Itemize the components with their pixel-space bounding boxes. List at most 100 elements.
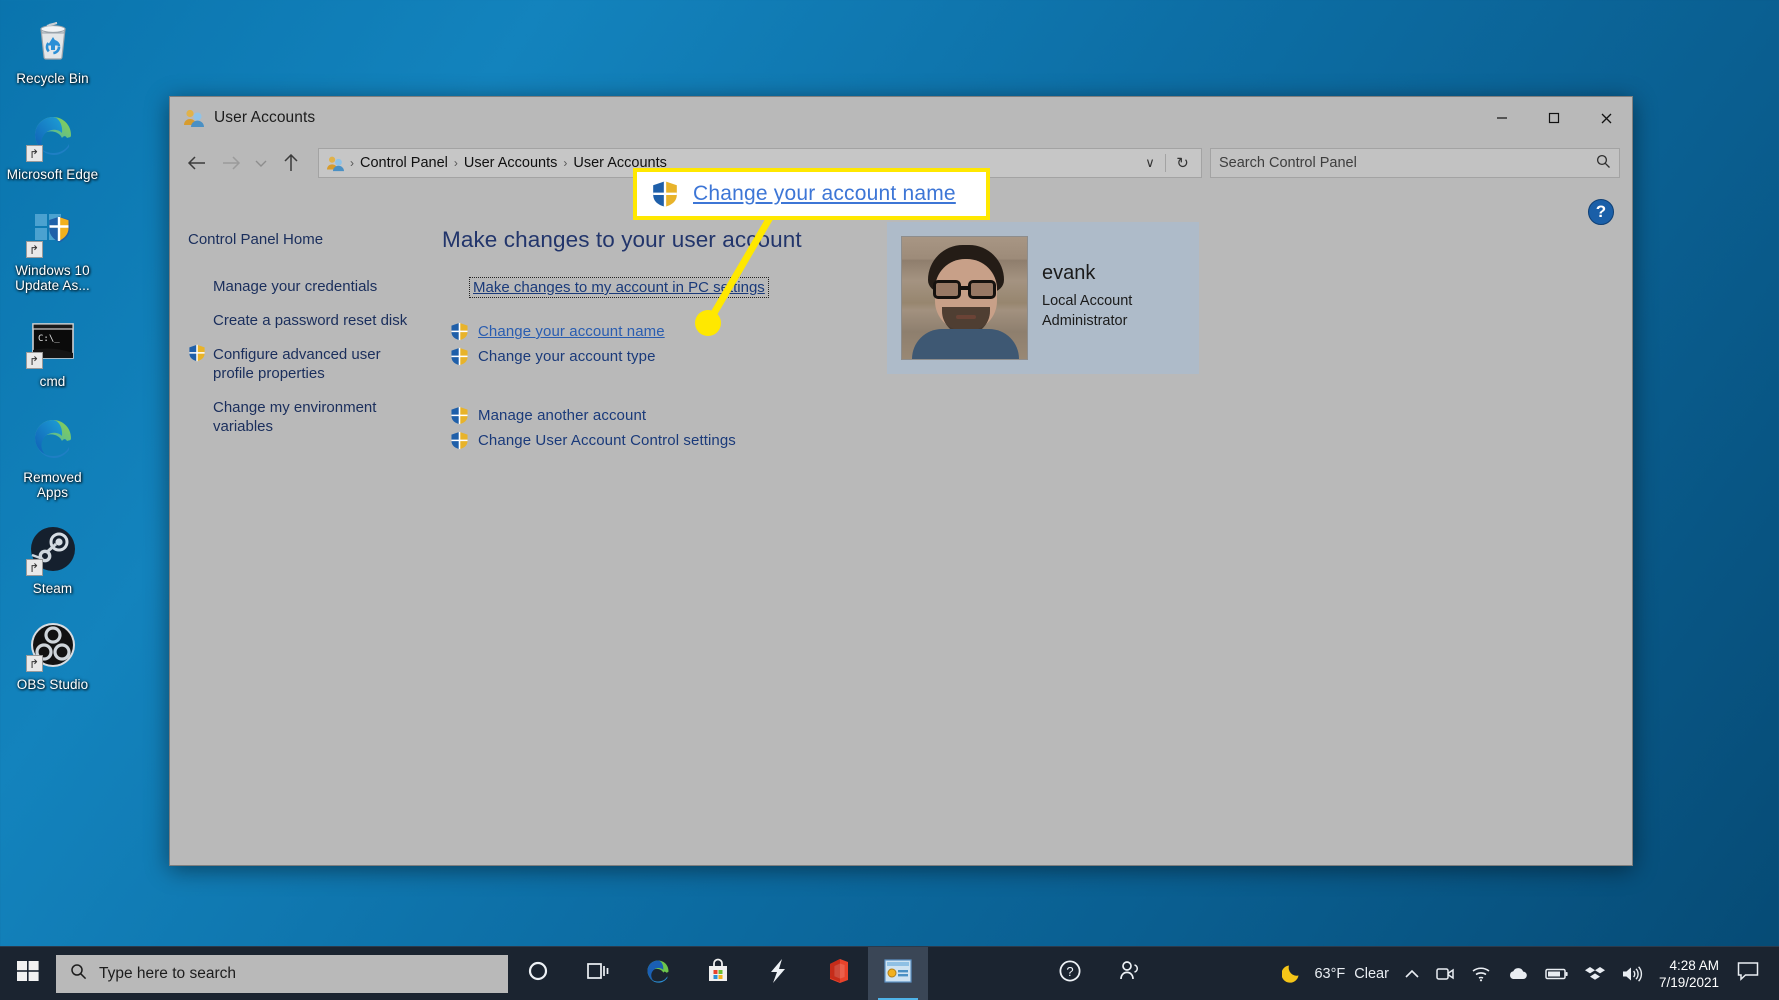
- desktop-icon-label: Steam: [32, 581, 73, 596]
- start-button[interactable]: [0, 947, 56, 1000]
- task-label: Manage another account: [478, 407, 647, 424]
- desktop-icon-label: Windows 10 Update As...: [15, 263, 90, 293]
- callout-text: Change your account name: [693, 182, 956, 205]
- recycle-bin-icon: [28, 14, 78, 64]
- task-view-icon: [586, 961, 610, 986]
- shortcut-overlay-icon: [25, 241, 43, 258]
- task-label: Change User Account Control settings: [478, 432, 736, 449]
- weather-condition: Clear: [1354, 965, 1389, 982]
- obs-studio-icon: [25, 620, 78, 672]
- search-control-panel-input[interactable]: Search Control Panel: [1210, 148, 1620, 178]
- taskbar-sharex-button[interactable]: [748, 947, 808, 1000]
- svg-text:C:\_: C:\_: [38, 334, 60, 344]
- microsoft-edge-icon: [28, 413, 78, 463]
- callout-box: Change your account name: [633, 168, 990, 220]
- desktop-icon-obs-studio[interactable]: OBS Studio: [5, 614, 101, 696]
- battery-icon[interactable]: [1537, 967, 1577, 981]
- sidebar: Control Panel Home Manage your credentia…: [170, 187, 432, 865]
- system-tray: 63°F Clear 4:28 AM 7/19/2021: [1274, 947, 1779, 1000]
- microsoft-office-icon: [826, 958, 850, 989]
- svg-text:?: ?: [1066, 964, 1073, 979]
- forward-button[interactable]: [214, 146, 248, 180]
- breadcrumb-item-control-panel[interactable]: Control Panel: [355, 155, 453, 171]
- taskbar-control-panel-button[interactable]: [868, 946, 928, 1000]
- taskbar-microsoft-office-button[interactable]: [808, 947, 868, 1000]
- sidebar-item-control-panel-home[interactable]: Control Panel Home: [188, 227, 388, 252]
- sidebar-item-label: Configure advanced user profile properti…: [213, 346, 381, 382]
- account-type: Local Account: [1042, 293, 1133, 309]
- sidebar-item-manage-credentials[interactable]: Manage your credentials: [188, 274, 432, 299]
- wifi-icon[interactable]: [1463, 965, 1499, 982]
- minimize-button[interactable]: [1476, 97, 1528, 139]
- desktop-icon-steam[interactable]: Steam: [5, 518, 101, 600]
- clock[interactable]: 4:28 AM 7/19/2021: [1651, 957, 1731, 991]
- close-button[interactable]: [1580, 97, 1632, 139]
- maximize-button[interactable]: [1528, 97, 1580, 139]
- shortcut-overlay-icon: [25, 145, 43, 162]
- back-button[interactable]: [180, 146, 214, 180]
- search-icon: [1596, 154, 1611, 173]
- pc-settings-link[interactable]: Make changes to my account in PC setting…: [469, 277, 769, 298]
- onedrive-icon[interactable]: [1499, 966, 1537, 981]
- task-spacer: [442, 372, 1632, 406]
- window-controls: [1476, 97, 1632, 139]
- help-circle-icon: ?: [1058, 959, 1082, 988]
- volume-icon[interactable]: [1613, 965, 1651, 983]
- uac-shield-icon: [450, 406, 469, 425]
- desktop-icon-microsoft-edge[interactable]: Microsoft Edge: [5, 104, 101, 186]
- taskbar-search-placeholder: Type here to search: [99, 964, 236, 982]
- search-icon: [70, 963, 87, 985]
- taskbar-get-help-button[interactable]: ?: [1040, 947, 1100, 1000]
- control-panel-icon: [884, 959, 912, 988]
- user-accounts-icon: [326, 155, 345, 172]
- clock-time: 4:28 AM: [1669, 957, 1719, 973]
- taskbar-microsoft-edge-button[interactable]: [628, 947, 688, 1000]
- weather-widget[interactable]: 63°F Clear: [1274, 961, 1396, 987]
- search-placeholder: Search Control Panel: [1219, 155, 1357, 171]
- cortana-icon: [527, 960, 549, 987]
- desktop-icon-removed-apps[interactable]: Removed Apps: [5, 407, 101, 504]
- secondary-task-list: Manage another account Change User Accou…: [450, 406, 1632, 450]
- steam-icon: [25, 524, 78, 576]
- desktop-icon-windows-10-update[interactable]: Windows 10 Update As...: [5, 200, 101, 297]
- shortcut-overlay-icon: [25, 655, 43, 672]
- shortcut-overlay-icon: [25, 352, 43, 369]
- desktop-icon-cmd[interactable]: C:\_ cmd: [5, 311, 101, 393]
- meet-now-icon[interactable]: [1427, 965, 1463, 983]
- main-content: Make changes to your user account Make c…: [432, 187, 1632, 865]
- refresh-button[interactable]: ↻: [1165, 154, 1199, 172]
- sidebar-item-environment-variables[interactable]: Change my environment variables: [188, 395, 432, 439]
- desktop-icon-recycle-bin[interactable]: Recycle Bin: [5, 8, 101, 90]
- sidebar-links: Manage your credentials Create a passwor…: [188, 274, 432, 439]
- taskbar-task-view-button[interactable]: [568, 947, 628, 1000]
- uac-shield-icon: [450, 322, 469, 341]
- desktop-icon-label: Recycle Bin: [16, 71, 89, 86]
- breadcrumb-chevron-down-icon[interactable]: ∨: [1135, 155, 1165, 171]
- people-icon: [1118, 960, 1142, 987]
- sidebar-item-password-reset-disk[interactable]: Create a password reset disk: [188, 308, 432, 333]
- recent-locations-chevron-down-icon[interactable]: [248, 146, 274, 180]
- microsoft-edge-icon: [644, 957, 672, 990]
- up-button[interactable]: [274, 146, 308, 180]
- help-button[interactable]: ?: [1588, 199, 1614, 225]
- windows-update-shield-icon: [25, 206, 78, 258]
- clock-date: 7/19/2021: [1658, 974, 1719, 990]
- sidebar-item-advanced-user-profile[interactable]: Configure advanced user profile properti…: [188, 342, 432, 386]
- action-center-icon[interactable]: [1731, 961, 1773, 986]
- desktop-icon-label: OBS Studio: [16, 677, 89, 692]
- uac-shield-icon: [450, 347, 469, 366]
- taskbar-cortana-button[interactable]: [508, 947, 568, 1000]
- breadcrumb-item-user-accounts[interactable]: User Accounts: [459, 155, 563, 171]
- user-accounts-icon: [183, 108, 205, 128]
- task-manage-another-account[interactable]: Manage another account: [450, 406, 1632, 425]
- taskbar-search-input[interactable]: Type here to search: [56, 954, 508, 993]
- taskbar-microsoft-store-button[interactable]: [688, 947, 748, 1000]
- account-username: evank: [1042, 262, 1096, 284]
- sharex-lightning-icon: [768, 958, 788, 989]
- task-change-uac-settings[interactable]: Change User Account Control settings: [450, 431, 1632, 450]
- taskbar-people-button[interactable]: [1100, 947, 1160, 1000]
- account-picture: [901, 236, 1028, 360]
- task-label: Change your account type: [478, 348, 656, 365]
- show-hidden-icons-chevron-up-icon[interactable]: [1397, 969, 1427, 979]
- dropbox-icon[interactable]: [1577, 965, 1613, 983]
